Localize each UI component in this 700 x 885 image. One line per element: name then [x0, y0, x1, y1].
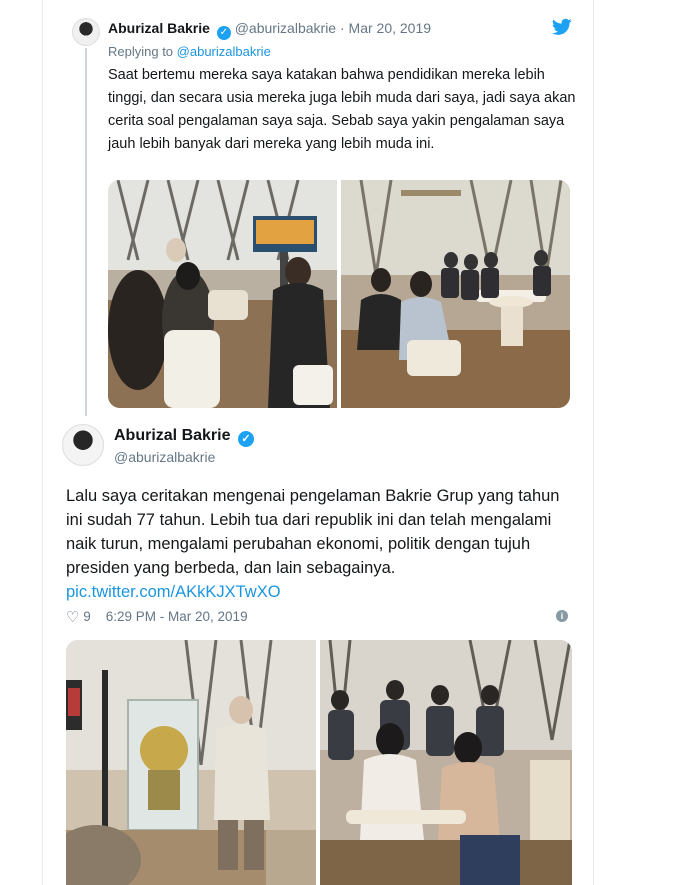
replying-to-mention[interactable]: @aburizalbakrie	[177, 44, 271, 59]
replying-to-label: Replying to	[108, 44, 174, 59]
main-tweet-timestamp[interactable]: 6:29 PM - Mar 20, 2019	[106, 609, 248, 624]
reply-tweet-photos[interactable]	[108, 180, 570, 408]
meeting-photo-right-image	[341, 180, 570, 408]
meeting-photo-left[interactable]	[108, 180, 337, 408]
main-tweet-body: Lalu saya ceritakan mengenai pengelaman …	[66, 487, 560, 577]
main-tweet-text: Lalu saya ceritakan mengenai pengelaman …	[66, 484, 566, 604]
main-tweet-photos[interactable]	[66, 640, 572, 885]
speaker-photo-image	[66, 640, 316, 885]
verified-badge-icon: ✓	[216, 26, 231, 40]
reply-author-avatar[interactable]	[72, 18, 100, 46]
meeting-photo-right[interactable]	[341, 180, 570, 408]
audience-photo[interactable]	[320, 640, 572, 885]
twitter-bird-icon[interactable]	[552, 18, 572, 36]
speaker-photo[interactable]	[66, 640, 316, 885]
heart-icon[interactable]: ♡	[66, 608, 79, 626]
reply-author-handle[interactable]: @aburizalbakrie	[235, 20, 336, 36]
thread-connector-line	[85, 48, 87, 416]
reply-tweet-text: Saat bertemu mereka saya katakan bahwa p…	[108, 67, 576, 152]
like-count[interactable]: 9	[83, 609, 91, 624]
reply-author-name[interactable]: Aburizal Bakrie	[108, 20, 210, 36]
header-separator: ·	[339, 20, 345, 36]
main-author-handle[interactable]: @aburizalbakrie	[114, 449, 215, 465]
main-tweet-link[interactable]: pic.twitter.com/AKkKJXTwXO	[66, 583, 281, 601]
verified-badge-icon: ✓	[237, 431, 254, 447]
reply-tweet-date[interactable]: Mar 20, 2019	[349, 20, 432, 36]
reply-tweet-header: Aburizal Bakrie ✓ @aburizalbakrie · Mar …	[108, 20, 431, 40]
main-author-avatar[interactable]	[62, 424, 104, 466]
main-author-name[interactable]: Aburizal Bakrie	[114, 427, 230, 444]
replying-to-line: Replying to @aburizalbakrie	[108, 44, 271, 59]
meeting-photo-left-image	[108, 180, 337, 408]
audience-photo-image	[320, 640, 572, 885]
info-icon[interactable]: i	[556, 610, 568, 622]
main-author-name-row: Aburizal Bakrie ✓	[114, 427, 254, 447]
main-tweet-meta: ♡ 9 6:29 PM - Mar 20, 2019	[66, 608, 248, 626]
